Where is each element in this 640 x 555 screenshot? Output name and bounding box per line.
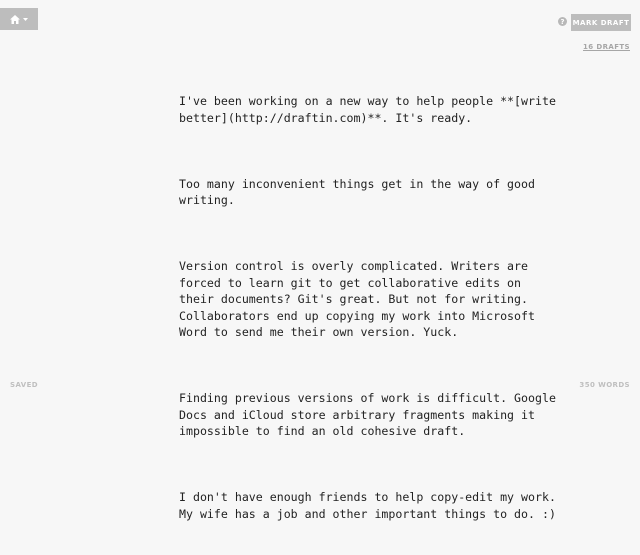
paragraph: Too many inconvenient things get in the … — [179, 176, 542, 208]
home-menu-button[interactable] — [0, 8, 38, 30]
caret-down-icon — [23, 17, 28, 21]
home-icon — [10, 14, 20, 24]
paragraph: Finding previous versions of work is dif… — [179, 391, 563, 438]
paragraph: I've been working on a new way to help p… — [179, 94, 563, 125]
document-editor[interactable]: I've been working on a new way to help p… — [179, 60, 559, 555]
paragraph: Version control is overly complicated. W… — [179, 259, 542, 339]
save-status: SAVED — [10, 381, 38, 389]
mark-draft-button[interactable]: MARK DRAFT — [571, 14, 631, 31]
word-count: 350 WORDS — [579, 381, 630, 389]
question-circle-icon[interactable]: ? — [558, 17, 567, 26]
paragraph: I don't have enough friends to help copy… — [179, 490, 563, 521]
drafts-count-link[interactable]: 16 DRAFTS — [583, 43, 630, 51]
